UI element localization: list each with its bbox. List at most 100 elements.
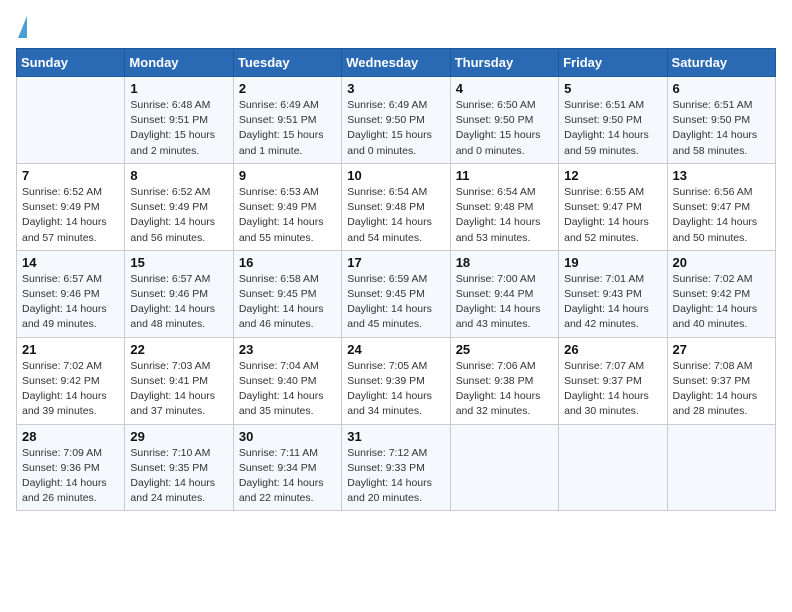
day-of-week-header: Tuesday xyxy=(233,49,341,77)
day-info: Sunrise: 6:52 AM Sunset: 9:49 PM Dayligh… xyxy=(130,185,227,246)
day-info: Sunrise: 7:09 AM Sunset: 9:36 PM Dayligh… xyxy=(22,446,119,507)
day-info: Sunrise: 7:02 AM Sunset: 9:42 PM Dayligh… xyxy=(673,272,770,333)
day-number: 22 xyxy=(130,342,227,357)
day-number: 9 xyxy=(239,168,336,183)
day-info: Sunrise: 6:57 AM Sunset: 9:46 PM Dayligh… xyxy=(130,272,227,333)
calendar-cell: 17 Sunrise: 6:59 AM Sunset: 9:45 PM Dayli… xyxy=(342,250,450,337)
calendar-cell: 24 Sunrise: 7:05 AM Sunset: 9:39 PM Dayli… xyxy=(342,337,450,424)
day-info: Sunrise: 7:03 AM Sunset: 9:41 PM Dayligh… xyxy=(130,359,227,420)
day-info: Sunrise: 6:56 AM Sunset: 9:47 PM Dayligh… xyxy=(673,185,770,246)
day-number: 24 xyxy=(347,342,444,357)
calendar-cell: 30 Sunrise: 7:11 AM Sunset: 9:34 PM Dayli… xyxy=(233,424,341,511)
calendar-cell xyxy=(450,424,558,511)
calendar-cell xyxy=(17,77,125,164)
day-number: 21 xyxy=(22,342,119,357)
day-of-week-header: Wednesday xyxy=(342,49,450,77)
calendar-week-row: 1 Sunrise: 6:48 AM Sunset: 9:51 PM Daylig… xyxy=(17,77,776,164)
day-info: Sunrise: 7:05 AM Sunset: 9:39 PM Dayligh… xyxy=(347,359,444,420)
day-info: Sunrise: 7:00 AM Sunset: 9:44 PM Dayligh… xyxy=(456,272,553,333)
day-info: Sunrise: 6:58 AM Sunset: 9:45 PM Dayligh… xyxy=(239,272,336,333)
calendar-cell: 26 Sunrise: 7:07 AM Sunset: 9:37 PM Dayli… xyxy=(559,337,667,424)
day-info: Sunrise: 7:08 AM Sunset: 9:37 PM Dayligh… xyxy=(673,359,770,420)
day-info: Sunrise: 6:51 AM Sunset: 9:50 PM Dayligh… xyxy=(673,98,770,159)
calendar-cell xyxy=(559,424,667,511)
day-number: 8 xyxy=(130,168,227,183)
day-info: Sunrise: 6:54 AM Sunset: 9:48 PM Dayligh… xyxy=(456,185,553,246)
calendar-cell: 22 Sunrise: 7:03 AM Sunset: 9:41 PM Dayli… xyxy=(125,337,233,424)
calendar-cell xyxy=(667,424,775,511)
calendar-cell: 2Sunrise: 6:49 AM Sunset: 9:51 PM Daylig… xyxy=(233,77,341,164)
day-number: 16 xyxy=(239,255,336,270)
day-info: Sunrise: 6:48 AM Sunset: 9:51 PM Dayligh… xyxy=(130,98,227,159)
day-info: Sunrise: 7:10 AM Sunset: 9:35 PM Dayligh… xyxy=(130,446,227,507)
day-info: Sunrise: 7:06 AM Sunset: 9:38 PM Dayligh… xyxy=(456,359,553,420)
calendar-cell: 31 Sunrise: 7:12 AM Sunset: 9:33 PM Dayli… xyxy=(342,424,450,511)
day-info: Sunrise: 7:12 AM Sunset: 9:33 PM Dayligh… xyxy=(347,446,444,507)
day-info: Sunrise: 6:52 AM Sunset: 9:49 PM Dayligh… xyxy=(22,185,119,246)
day-info: Sunrise: 7:07 AM Sunset: 9:37 PM Dayligh… xyxy=(564,359,661,420)
calendar-cell: 29 Sunrise: 7:10 AM Sunset: 9:35 PM Dayli… xyxy=(125,424,233,511)
logo-triangle-icon xyxy=(18,16,27,38)
calendar-cell: 10 Sunrise: 6:54 AM Sunset: 9:48 PM Dayli… xyxy=(342,163,450,250)
day-number: 14 xyxy=(22,255,119,270)
calendar-cell: 11 Sunrise: 6:54 AM Sunset: 9:48 PM Dayli… xyxy=(450,163,558,250)
day-number: 29 xyxy=(130,429,227,444)
day-number: 15 xyxy=(130,255,227,270)
calendar-cell: 14 Sunrise: 6:57 AM Sunset: 9:46 PM Dayli… xyxy=(17,250,125,337)
day-of-week-header: Sunday xyxy=(17,49,125,77)
calendar-cell: 20 Sunrise: 7:02 AM Sunset: 9:42 PM Dayli… xyxy=(667,250,775,337)
day-number: 12 xyxy=(564,168,661,183)
day-number: 28 xyxy=(22,429,119,444)
day-info: Sunrise: 6:59 AM Sunset: 9:45 PM Dayligh… xyxy=(347,272,444,333)
calendar-cell: 21Sunrise: 7:02 AM Sunset: 9:42 PM Dayli… xyxy=(17,337,125,424)
day-number: 31 xyxy=(347,429,444,444)
logo xyxy=(16,16,27,40)
day-number: 13 xyxy=(673,168,770,183)
day-info: Sunrise: 6:51 AM Sunset: 9:50 PM Dayligh… xyxy=(564,98,661,159)
day-number: 17 xyxy=(347,255,444,270)
calendar-week-row: 21Sunrise: 7:02 AM Sunset: 9:42 PM Dayli… xyxy=(17,337,776,424)
day-number: 23 xyxy=(239,342,336,357)
calendar-cell: 3 Sunrise: 6:49 AM Sunset: 9:50 PM Daylig… xyxy=(342,77,450,164)
day-number: 26 xyxy=(564,342,661,357)
calendar-cell: 23 Sunrise: 7:04 AM Sunset: 9:40 PM Dayli… xyxy=(233,337,341,424)
page-header xyxy=(16,16,776,40)
day-info: Sunrise: 7:04 AM Sunset: 9:40 PM Dayligh… xyxy=(239,359,336,420)
calendar-header-row: SundayMondayTuesdayWednesdayThursdayFrid… xyxy=(17,49,776,77)
day-info: Sunrise: 6:50 AM Sunset: 9:50 PM Dayligh… xyxy=(456,98,553,159)
day-info: Sunrise: 6:49 AM Sunset: 9:50 PM Dayligh… xyxy=(347,98,444,159)
day-number: 19 xyxy=(564,255,661,270)
day-info: Sunrise: 6:53 AM Sunset: 9:49 PM Dayligh… xyxy=(239,185,336,246)
day-number: 7 xyxy=(22,168,119,183)
day-number: 11 xyxy=(456,168,553,183)
calendar-cell: 28 Sunrise: 7:09 AM Sunset: 9:36 PM Dayli… xyxy=(17,424,125,511)
calendar-cell: 9 Sunrise: 6:53 AM Sunset: 9:49 PM Daylig… xyxy=(233,163,341,250)
calendar-cell: 16 Sunrise: 6:58 AM Sunset: 9:45 PM Dayli… xyxy=(233,250,341,337)
day-info: Sunrise: 6:57 AM Sunset: 9:46 PM Dayligh… xyxy=(22,272,119,333)
day-number: 10 xyxy=(347,168,444,183)
calendar-cell: 5Sunrise: 6:51 AM Sunset: 9:50 PM Daylig… xyxy=(559,77,667,164)
day-of-week-header: Friday xyxy=(559,49,667,77)
calendar-cell: 27 Sunrise: 7:08 AM Sunset: 9:37 PM Dayli… xyxy=(667,337,775,424)
day-of-week-header: Monday xyxy=(125,49,233,77)
day-info: Sunrise: 7:11 AM Sunset: 9:34 PM Dayligh… xyxy=(239,446,336,507)
day-info: Sunrise: 6:54 AM Sunset: 9:48 PM Dayligh… xyxy=(347,185,444,246)
calendar-week-row: 14 Sunrise: 6:57 AM Sunset: 9:46 PM Dayli… xyxy=(17,250,776,337)
calendar-table: SundayMondayTuesdayWednesdayThursdayFrid… xyxy=(16,48,776,511)
day-number: 4 xyxy=(456,81,553,96)
day-number: 30 xyxy=(239,429,336,444)
day-number: 18 xyxy=(456,255,553,270)
calendar-week-row: 28 Sunrise: 7:09 AM Sunset: 9:36 PM Dayli… xyxy=(17,424,776,511)
day-of-week-header: Thursday xyxy=(450,49,558,77)
day-number: 1 xyxy=(130,81,227,96)
day-number: 3 xyxy=(347,81,444,96)
day-number: 6 xyxy=(673,81,770,96)
calendar-cell: 1 Sunrise: 6:48 AM Sunset: 9:51 PM Daylig… xyxy=(125,77,233,164)
day-info: Sunrise: 6:55 AM Sunset: 9:47 PM Dayligh… xyxy=(564,185,661,246)
day-number: 27 xyxy=(673,342,770,357)
calendar-cell: 13 Sunrise: 6:56 AM Sunset: 9:47 PM Dayli… xyxy=(667,163,775,250)
day-info: Sunrise: 7:01 AM Sunset: 9:43 PM Dayligh… xyxy=(564,272,661,333)
calendar-week-row: 7 Sunrise: 6:52 AM Sunset: 9:49 PM Daylig… xyxy=(17,163,776,250)
day-number: 20 xyxy=(673,255,770,270)
calendar-cell: 6 Sunrise: 6:51 AM Sunset: 9:50 PM Daylig… xyxy=(667,77,775,164)
